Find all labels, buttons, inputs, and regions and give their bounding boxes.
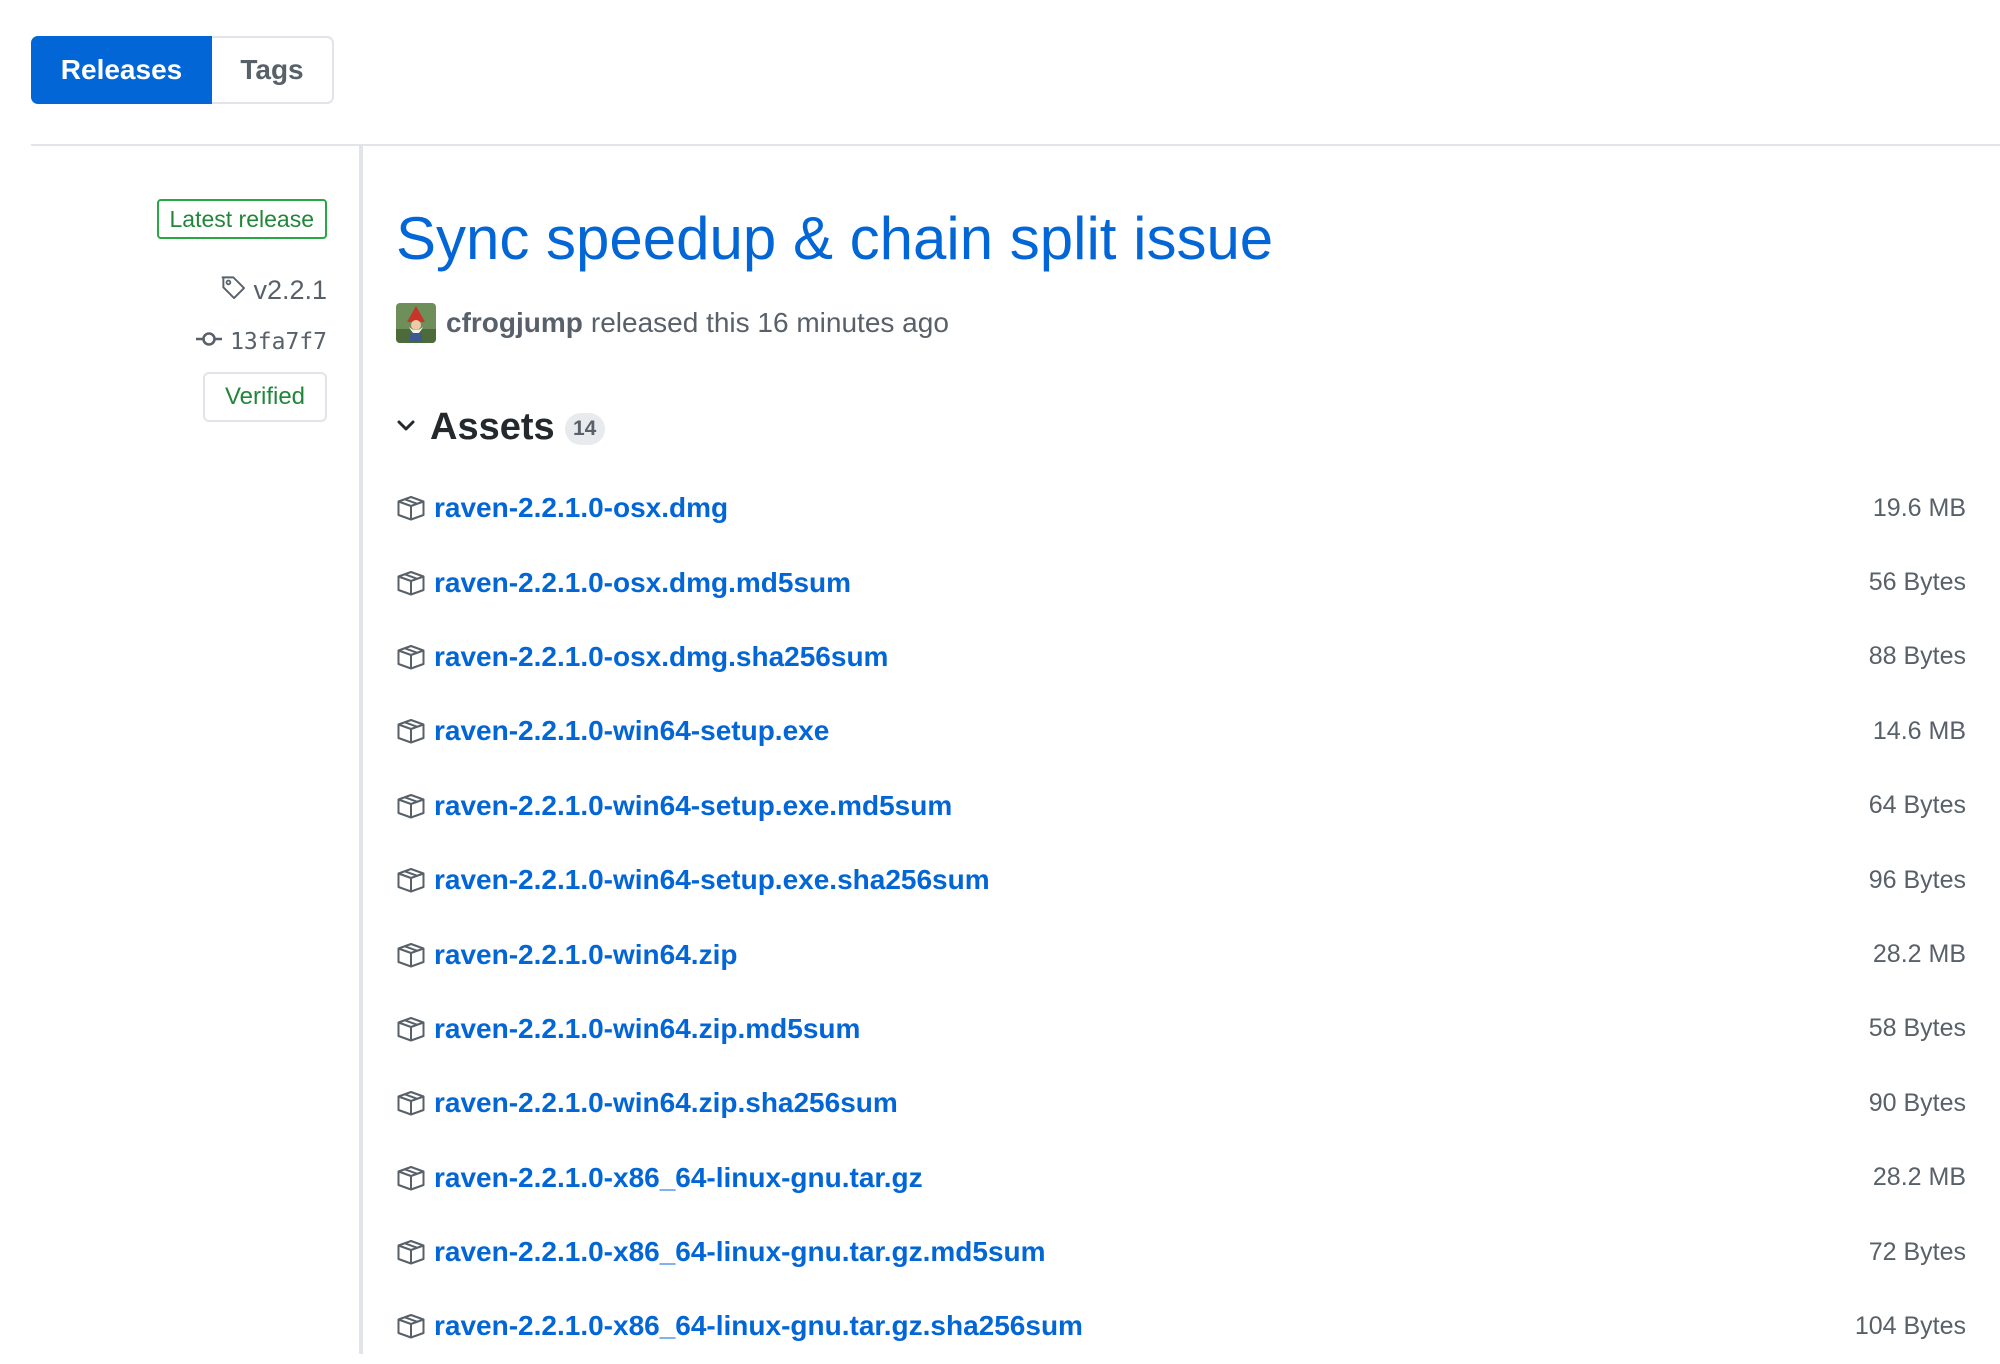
asset-link[interactable]: raven-2.2.1.0-win64-setup.exe <box>396 715 829 747</box>
asset-row: raven-2.2.1.0-win64.zip 28.2 MB <box>396 917 1966 991</box>
asset-link[interactable]: raven-2.2.1.0-win64.zip <box>396 939 737 971</box>
package-icon <box>396 493 426 523</box>
asset-size: 19.6 MB <box>1872 493 1966 522</box>
asset-name[interactable]: raven-2.2.1.0-win64-setup.exe <box>434 715 829 747</box>
asset-link[interactable]: raven-2.2.1.0-osx.dmg.sha256sum <box>396 641 888 673</box>
asset-row: raven-2.2.1.0-win64.zip.md5sum 58 Bytes <box>396 992 1966 1066</box>
tag-label: v2.2.1 <box>253 274 327 305</box>
release-title[interactable]: Sync speedup & chain split issue <box>396 206 1273 272</box>
asset-link[interactable]: raven-2.2.1.0-osx.dmg <box>396 492 728 524</box>
asset-size: 28.2 MB <box>1872 1163 1966 1192</box>
asset-link[interactable]: raven-2.2.1.0-win64-setup.exe.sha256sum <box>396 864 990 896</box>
asset-link[interactable]: raven-2.2.1.0-win64.zip.md5sum <box>396 1013 860 1045</box>
asset-row: raven-2.2.1.0-win64-setup.exe.md5sum 64 … <box>396 769 1966 843</box>
asset-size: 104 Bytes <box>1854 1311 1966 1340</box>
asset-link[interactable]: raven-2.2.1.0-win64.zip.sha256sum <box>396 1087 898 1119</box>
releases-tags-tabnav: Releases Tags <box>31 36 334 104</box>
asset-size: 56 Bytes <box>1868 568 1966 597</box>
release-tag[interactable]: v2.2.1 <box>219 272 327 308</box>
asset-name[interactable]: raven-2.2.1.0-win64.zip.sha256sum <box>434 1087 898 1119</box>
timeline-divider <box>359 146 363 1354</box>
asset-link[interactable]: raven-2.2.1.0-win64-setup.exe.md5sum <box>396 790 952 822</box>
asset-size: 88 Bytes <box>1868 642 1966 671</box>
asset-size: 58 Bytes <box>1868 1014 1966 1043</box>
asset-name[interactable]: raven-2.2.1.0-osx.dmg.sha256sum <box>434 641 888 673</box>
avatar[interactable] <box>396 303 436 343</box>
asset-size: 64 Bytes <box>1868 791 1966 820</box>
asset-name[interactable]: raven-2.2.1.0-x86_64-linux-gnu.tar.gz.sh… <box>434 1310 1083 1342</box>
verified-badge[interactable]: Verified <box>203 372 327 422</box>
package-icon <box>396 1163 426 1193</box>
asset-list: raven-2.2.1.0-osx.dmg 19.6 MB raven-2.2.… <box>396 471 1966 1364</box>
asset-name[interactable]: raven-2.2.1.0-x86_64-linux-gnu.tar.gz.md… <box>434 1236 1046 1268</box>
assets-title: Assets <box>430 405 555 448</box>
asset-link[interactable]: raven-2.2.1.0-x86_64-linux-gnu.tar.gz <box>396 1162 923 1194</box>
asset-name[interactable]: raven-2.2.1.0-win64-setup.exe.sha256sum <box>434 864 990 896</box>
package-icon <box>396 568 426 598</box>
asset-name[interactable]: raven-2.2.1.0-win64-setup.exe.md5sum <box>434 790 952 822</box>
asset-name[interactable]: raven-2.2.1.0-win64.zip <box>434 939 737 971</box>
asset-link[interactable]: raven-2.2.1.0-osx.dmg.md5sum <box>396 567 851 599</box>
asset-name[interactable]: raven-2.2.1.0-win64.zip.md5sum <box>434 1013 860 1045</box>
asset-size: 90 Bytes <box>1868 1088 1966 1117</box>
package-icon <box>396 642 426 672</box>
commit-icon <box>196 329 223 355</box>
package-icon <box>396 716 426 746</box>
asset-row: raven-2.2.1.0-x86_64-linux-gnu.tar.gz.sh… <box>396 1289 1966 1363</box>
package-icon <box>396 865 426 895</box>
release-meta: Latest release v2.2.1 13fa7f7 Verified <box>0 146 327 446</box>
asset-link[interactable]: raven-2.2.1.0-x86_64-linux-gnu.tar.gz.md… <box>396 1236 1046 1268</box>
asset-size: 14.6 MB <box>1872 716 1966 745</box>
release-time: released this 16 minutes ago <box>590 307 949 338</box>
assets-count: 14 <box>564 413 605 445</box>
release-byline: cfrogjump released this 16 minutes ago <box>396 302 949 344</box>
asset-row: raven-2.2.1.0-osx.dmg.sha256sum 88 Bytes <box>396 620 1966 694</box>
commit-sha: 13fa7f7 <box>230 329 327 355</box>
asset-row: raven-2.2.1.0-win64-setup.exe 14.6 MB <box>396 694 1966 768</box>
asset-name[interactable]: raven-2.2.1.0-osx.dmg.md5sum <box>434 567 851 599</box>
assets-toggle[interactable]: Assets 14 <box>396 402 605 452</box>
package-icon <box>396 1014 426 1044</box>
tab-releases[interactable]: Releases <box>31 36 212 104</box>
package-icon <box>396 940 426 970</box>
asset-size: 28.2 MB <box>1872 940 1966 969</box>
package-icon <box>396 1311 426 1341</box>
release-commit[interactable]: 13fa7f7 <box>196 324 327 360</box>
asset-row: raven-2.2.1.0-osx.dmg 19.6 MB <box>396 471 1966 545</box>
chevron-down-icon <box>396 415 416 440</box>
asset-row: raven-2.2.1.0-x86_64-linux-gnu.tar.gz 28… <box>396 1141 1966 1215</box>
asset-size: 96 Bytes <box>1868 865 1966 894</box>
package-icon <box>396 1088 426 1118</box>
latest-release-badge: Latest release <box>156 199 327 239</box>
asset-row: raven-2.2.1.0-win64-setup.exe.sha256sum … <box>396 843 1966 917</box>
asset-name[interactable]: raven-2.2.1.0-x86_64-linux-gnu.tar.gz <box>434 1162 923 1194</box>
tab-tags[interactable]: Tags <box>212 36 334 104</box>
package-icon <box>396 791 426 821</box>
asset-row: raven-2.2.1.0-x86_64-linux-gnu.tar.gz.md… <box>396 1215 1966 1289</box>
package-icon <box>396 1237 426 1267</box>
asset-row: raven-2.2.1.0-win64.zip.sha256sum 90 Byt… <box>396 1066 1966 1140</box>
tag-icon <box>219 273 247 308</box>
release-author[interactable]: cfrogjump <box>446 307 583 339</box>
asset-name[interactable]: raven-2.2.1.0-osx.dmg <box>434 492 728 524</box>
asset-row: raven-2.2.1.0-osx.dmg.md5sum 56 Bytes <box>396 545 1966 619</box>
asset-link[interactable]: raven-2.2.1.0-x86_64-linux-gnu.tar.gz.sh… <box>396 1310 1083 1342</box>
asset-size: 72 Bytes <box>1868 1237 1966 1266</box>
